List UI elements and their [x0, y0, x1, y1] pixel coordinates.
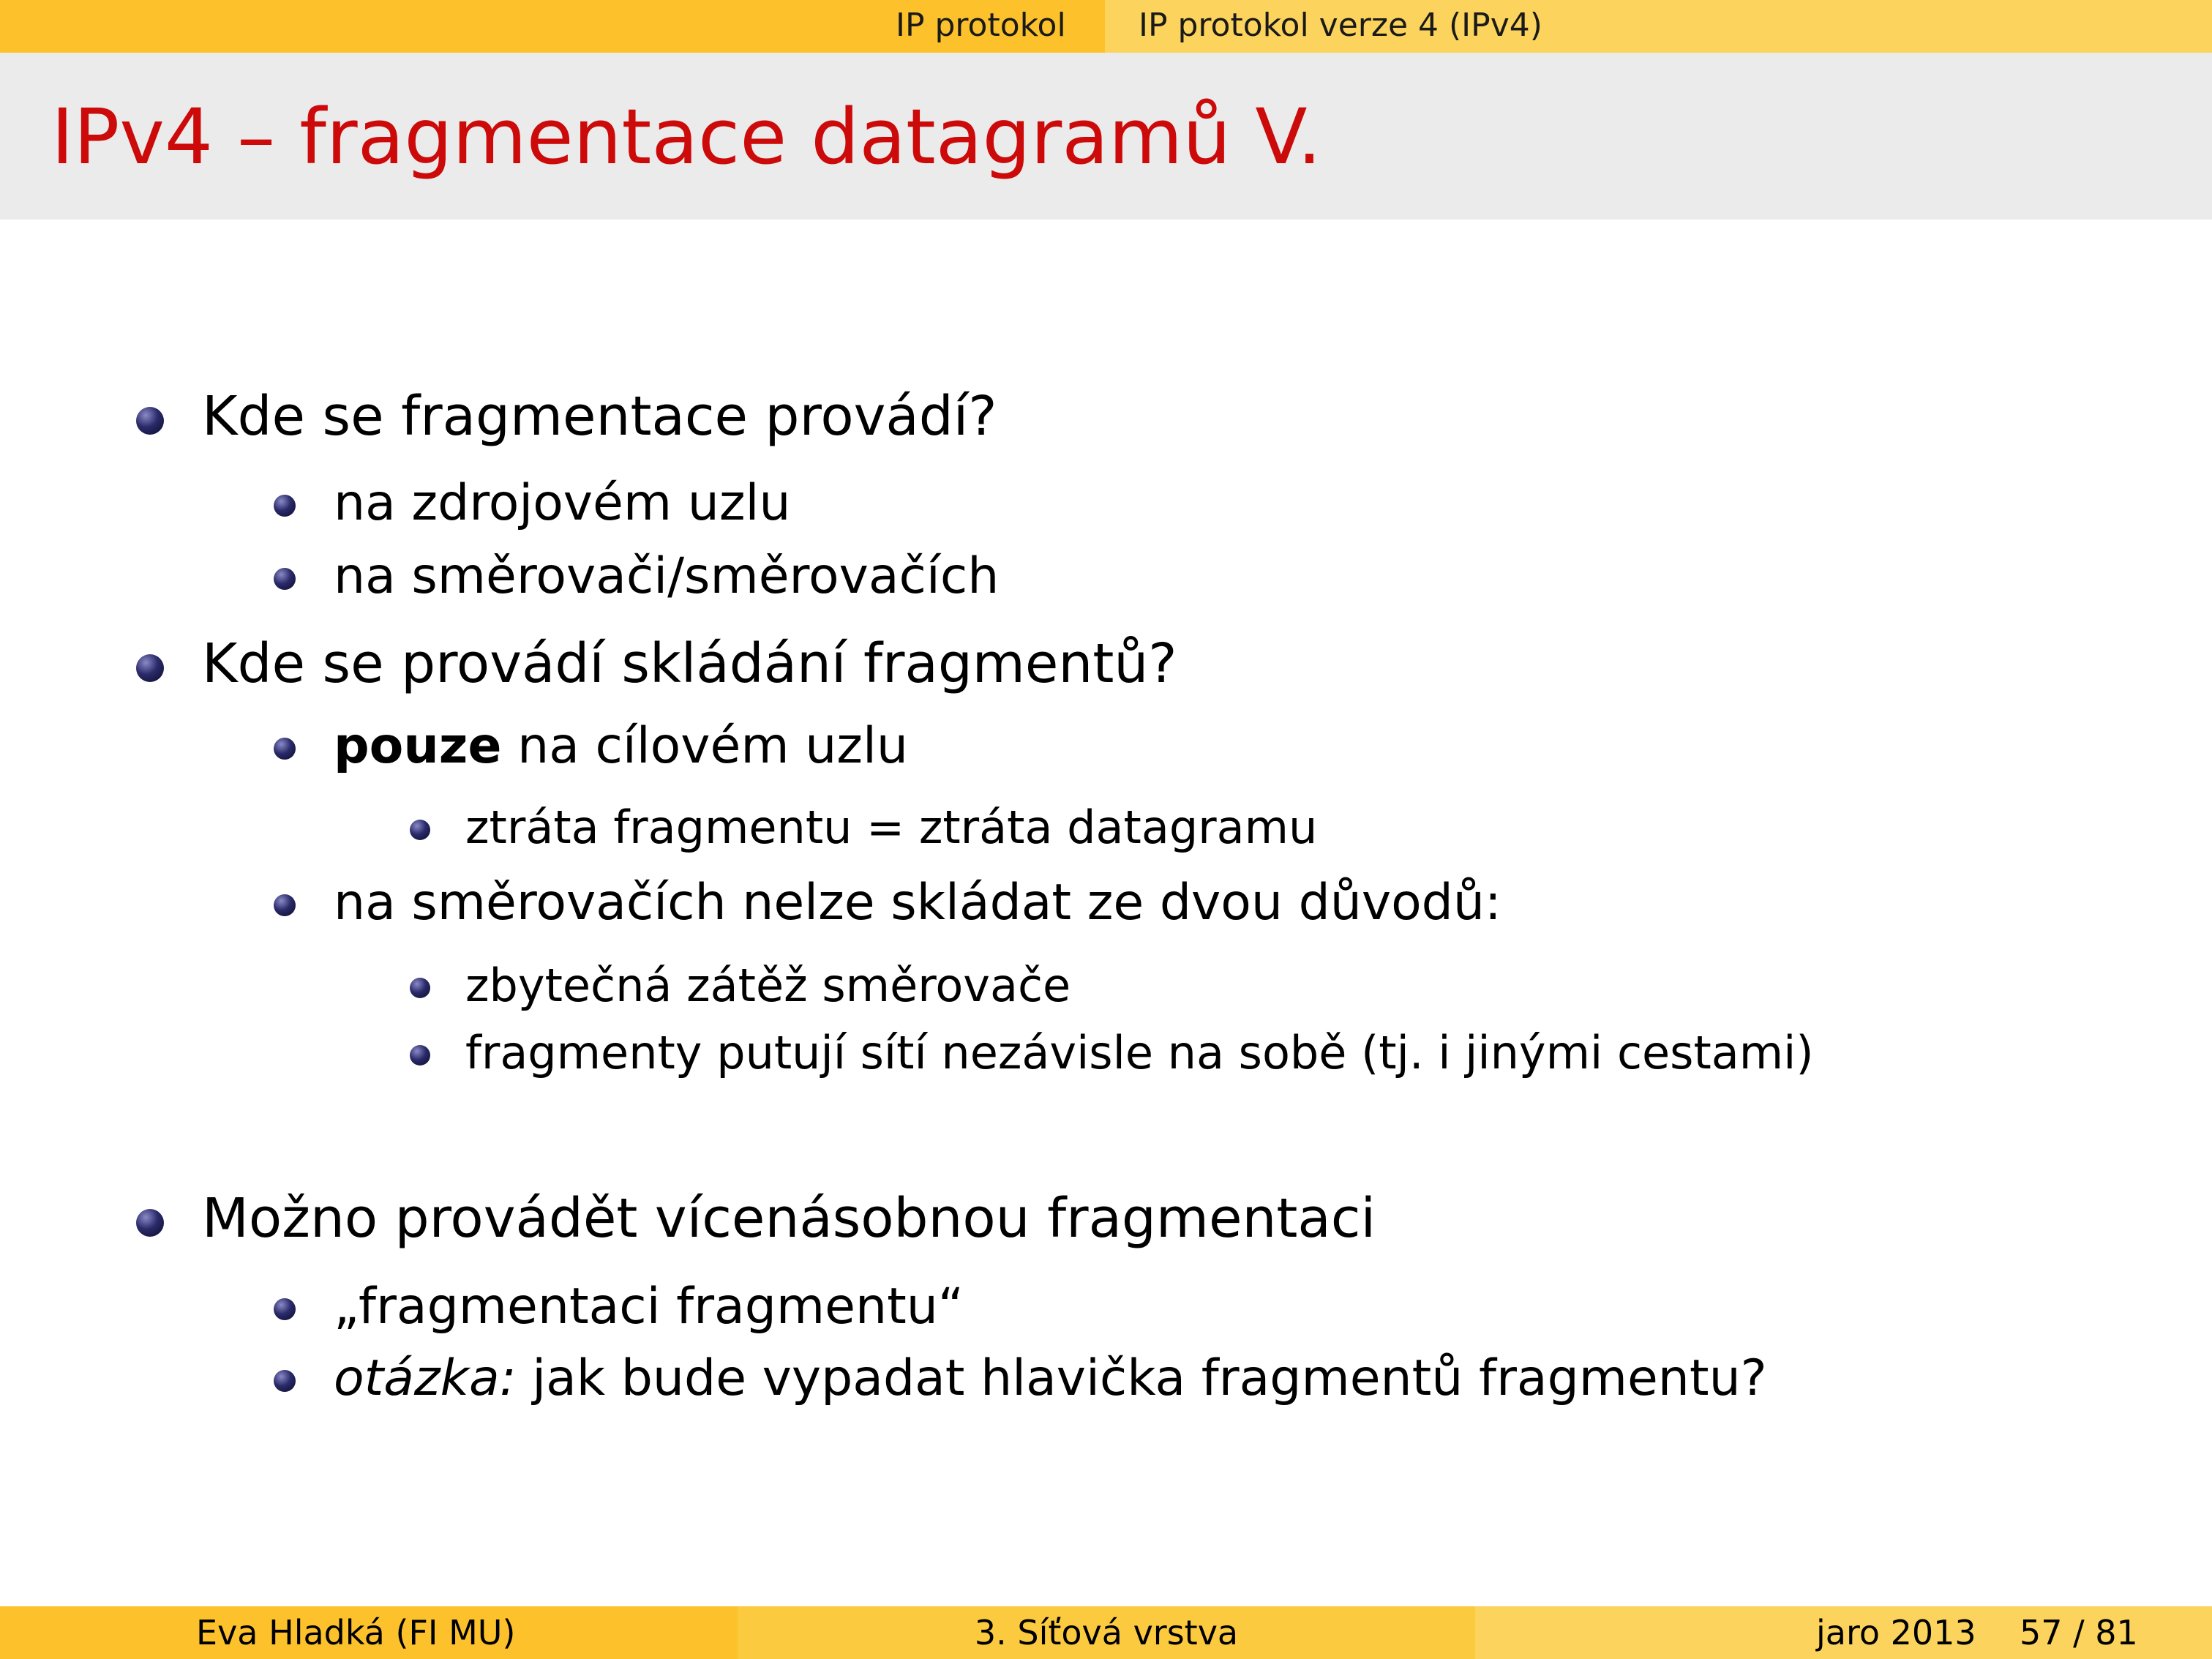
bullet-text: na směrovačích nelze skládat ze dvou dův…: [334, 874, 1501, 932]
bullet-item: na směrovači/směrovačích: [274, 552, 999, 602]
bullet-ball-icon: [410, 978, 430, 998]
bullet-text: na cílovém uzlu: [501, 717, 908, 775]
bullet-text: „fragmentaci fragmentu“: [334, 1278, 964, 1336]
bullet-ball-icon: [274, 738, 296, 760]
bullet-ball-icon: [274, 1370, 296, 1392]
footer-title: 3. Síťová vrstva: [974, 1613, 1239, 1652]
bullet-text: zbytečná zátěž směrovače: [465, 959, 1071, 1012]
bullet-ball-icon: [136, 407, 164, 435]
bullet-ball-icon: [410, 820, 430, 840]
bullet-ball-icon: [410, 1045, 430, 1066]
bullet-ball-icon: [274, 894, 296, 916]
bullet-text: na zdrojovém uzlu: [334, 474, 791, 532]
bullet-text: fragmenty putují sítí nezávisle na sobě …: [465, 1026, 1814, 1079]
bullet-item: otázka: jak bude vypadat hlavička fragme…: [274, 1354, 1767, 1404]
top-navigation-bar: IP protokol IP protokol verze 4 (IPv4): [0, 0, 2212, 53]
bullet-item: na směrovačích nelze skládat ze dvou dův…: [274, 878, 1501, 928]
bullet-item: na zdrojovém uzlu: [274, 479, 791, 528]
footer-date-section: jaro 2013 57 / 81: [1475, 1606, 2212, 1659]
emphasis-bold: pouze: [334, 717, 502, 775]
emphasis-italic: otázka:: [334, 1349, 517, 1407]
footer-bar: Eva Hladká (FI MU) 3. Síťová vrstva jaro…: [0, 1606, 2212, 1659]
bullet-text: ztráta fragmentu = ztráta datagramu: [465, 801, 1318, 854]
nav-subsection-ipv4[interactable]: IP protokol verze 4 (IPv4): [1105, 0, 2212, 53]
footer-date: jaro 2013: [1816, 1613, 1976, 1652]
bullet-ball-icon: [274, 568, 296, 590]
bullet-item: Možno provádět vícenásobnou fragmentaci: [136, 1191, 1376, 1246]
bullet-item: Kde se fragmentace provádí?: [136, 389, 997, 443]
bullet-ball-icon: [136, 654, 164, 682]
page-number: 57 / 81: [2020, 1613, 2138, 1652]
bullet-text: Kde se provádí skládání fragmentů?: [202, 632, 1177, 695]
bullet-text: jak bude vypadat hlavička fragmentů frag…: [516, 1349, 1767, 1407]
bullet-text: Kde se fragmentace provádí?: [202, 385, 997, 448]
bullet-text: Možno provádět vícenásobnou fragmentaci: [202, 1187, 1376, 1250]
bullet-item: ztráta fragmentu = ztráta datagramu: [410, 805, 1317, 850]
bullet-ball-icon: [274, 495, 296, 517]
bullet-text: na směrovači/směrovačích: [334, 547, 1000, 605]
bullet-item: zbytečná zátěž směrovače: [410, 963, 1071, 1008]
footer-title-section: 3. Síťová vrstva: [738, 1606, 1475, 1659]
bullet-item: fragmenty putují sítí nezávisle na sobě …: [410, 1030, 1814, 1076]
footer-author-section: Eva Hladká (FI MU): [0, 1606, 738, 1659]
bullet-item: Kde se provádí skládání fragmentů?: [136, 637, 1177, 691]
nav-section-ip-protokol[interactable]: IP protokol: [896, 0, 1066, 53]
bullet-ball-icon: [274, 1298, 296, 1320]
title-band: IPv4 – fragmentace datagramů V.: [0, 53, 2212, 220]
bullet-item: pouze na cílovém uzlu: [274, 722, 908, 771]
bullet-ball-icon: [136, 1209, 164, 1237]
slide-title: IPv4 – fragmentace datagramů V.: [51, 92, 1322, 181]
bullet-item: „fragmentaci fragmentu“: [274, 1282, 964, 1332]
footer-author: Eva Hladká (FI MU): [196, 1613, 516, 1652]
